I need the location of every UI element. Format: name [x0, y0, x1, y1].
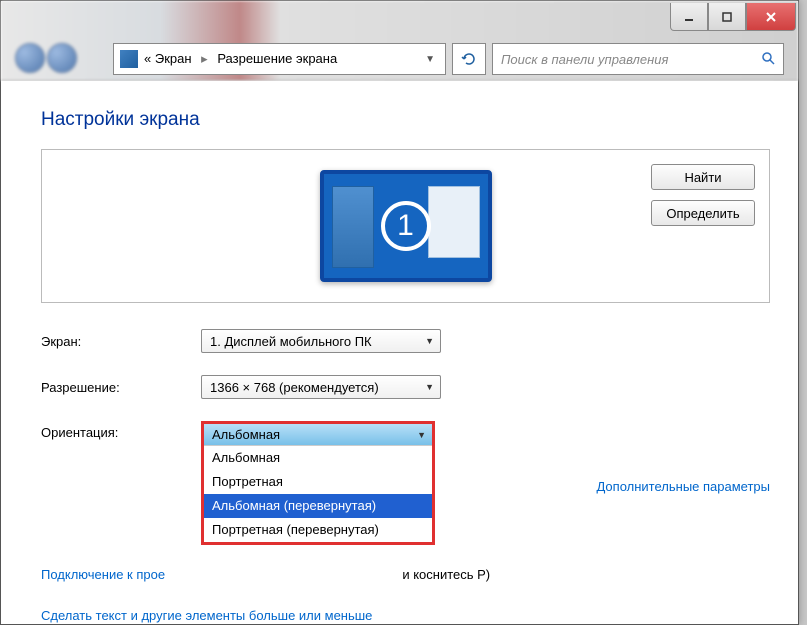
projector-link[interactable]: Подключение к прое — [41, 567, 165, 582]
orientation-option[interactable]: Портретная — [204, 470, 432, 494]
control-panel-icon — [120, 50, 138, 68]
chevron-down-icon[interactable]: ▼ — [425, 54, 435, 65]
address-bar[interactable]: « Экран ▸ Разрешение экрана ▼ — [113, 43, 446, 75]
breadcrumb: « Экран ▸ Разрешение экрана — [144, 51, 337, 67]
orientation-combo[interactable]: Альбомная ▼ — [204, 424, 432, 446]
chevron-down-icon: ▼ — [425, 382, 434, 392]
orientation-option[interactable]: Портретная (перевернутая) — [204, 518, 432, 542]
monitor-number: 1 — [381, 201, 431, 251]
orientation-label: Ориентация: — [41, 421, 201, 440]
orientation-dropdown: Альбомная Портретная Альбомная (переверн… — [204, 446, 432, 542]
find-button[interactable]: Найти — [651, 164, 755, 190]
control-panel-window: « Экран ▸ Разрешение экрана ▼ Поиск в па… — [0, 0, 799, 625]
orientation-value: Альбомная — [212, 427, 280, 442]
projector-link-row: Подключение к прое и коснитесь P) — [1, 561, 798, 588]
breadcrumb-separator-icon: ▸ — [201, 51, 208, 66]
window-controls — [670, 3, 796, 31]
display-preview-box: 1 Найти Определить — [41, 149, 770, 303]
resolution-label: Разрешение: — [41, 380, 201, 395]
advanced-link-row: Дополнительные параметры — [596, 479, 770, 494]
page-title: Настройки экрана — [1, 81, 798, 149]
resolution-combo[interactable]: 1366 × 768 (рекомендуется) ▼ — [201, 375, 441, 399]
search-placeholder: Поиск в панели управления — [501, 52, 668, 67]
maximize-button[interactable] — [708, 3, 746, 31]
back-button[interactable] — [15, 43, 45, 73]
textsize-link[interactable]: Сделать текст и другие элементы больше и… — [41, 608, 372, 623]
orientation-highlight: Альбомная ▼ Альбомная Портретная Альбомн… — [201, 421, 435, 545]
orientation-option[interactable]: Альбомная — [204, 446, 432, 470]
display-row: Экран: 1. Дисплей мобильного ПК ▼ — [1, 323, 798, 359]
breadcrumb-item[interactable]: Экран — [155, 51, 192, 66]
forward-button[interactable] — [47, 43, 77, 73]
resolution-row: Разрешение: 1366 × 768 (рекомендуется) ▼ — [1, 369, 798, 405]
monitor-preview[interactable]: 1 — [320, 170, 492, 282]
nav-buttons — [15, 43, 107, 73]
close-button[interactable] — [746, 3, 796, 31]
display-label: Экран: — [41, 334, 201, 349]
preview-buttons: Найти Определить — [651, 164, 755, 226]
breadcrumb-prefix: « — [144, 51, 151, 66]
search-icon — [761, 51, 775, 68]
address-row: « Экран ▸ Разрешение экрана ▼ Поиск в па… — [15, 43, 784, 75]
display-combo[interactable]: 1. Дисплей мобильного ПК ▼ — [201, 329, 441, 353]
orientation-option-selected[interactable]: Альбомная (перевернутая) — [204, 494, 432, 518]
chevron-down-icon: ▼ — [417, 430, 426, 440]
refresh-button[interactable] — [452, 43, 486, 75]
display-value: 1. Дисплей мобильного ПК — [210, 334, 372, 349]
advanced-settings-link[interactable]: Дополнительные параметры — [596, 479, 770, 494]
resolution-value: 1366 × 768 (рекомендуется) — [210, 380, 379, 395]
content-area: Настройки экрана 1 Найти Определить Экра… — [1, 81, 798, 624]
breadcrumb-item[interactable]: Разрешение экрана — [217, 51, 337, 66]
minimize-button[interactable] — [670, 3, 708, 31]
textsize-link-row: Сделать текст и другие элементы больше и… — [1, 602, 798, 624]
chevron-down-icon: ▼ — [425, 336, 434, 346]
projector-suffix: и коснитесь P) — [402, 567, 490, 582]
search-input[interactable]: Поиск в панели управления — [492, 43, 784, 75]
identify-button[interactable]: Определить — [651, 200, 755, 226]
